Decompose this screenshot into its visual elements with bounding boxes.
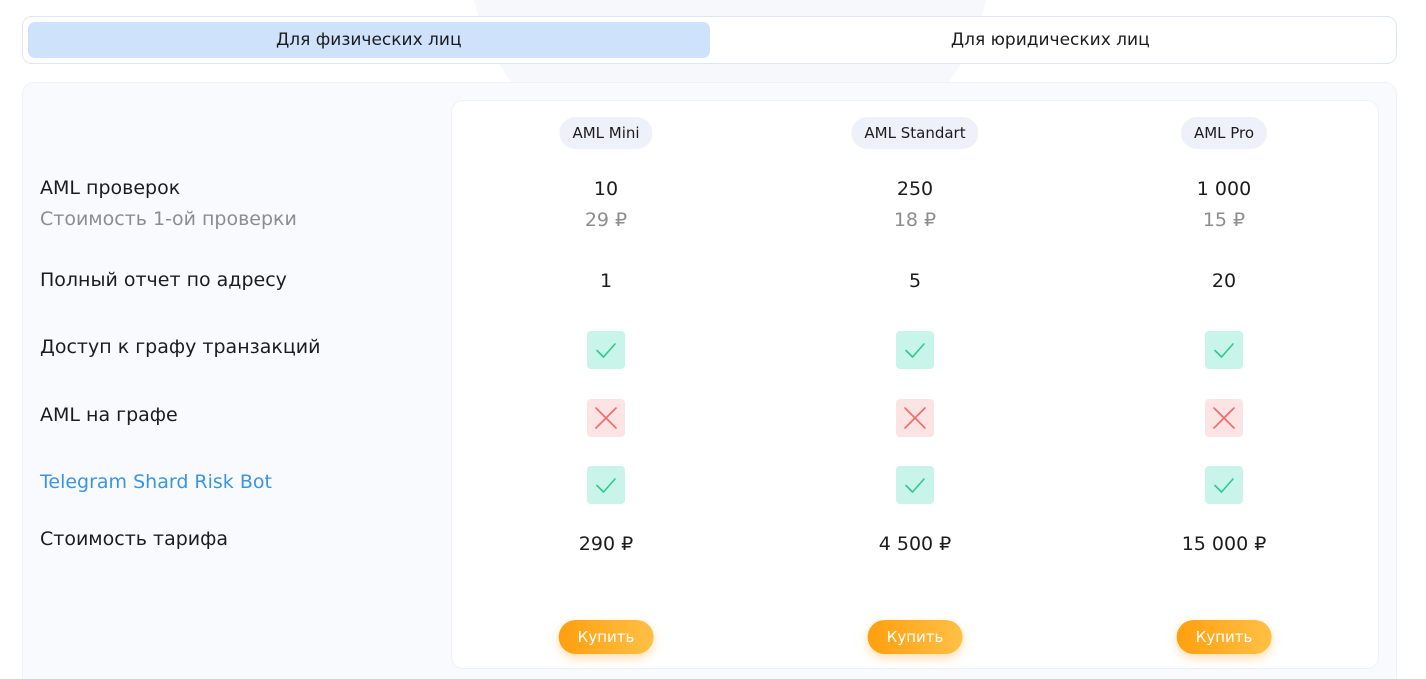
plan-check-cost-value: 15 ₽	[1202, 209, 1246, 231]
feature-label-aml-graph: AML на графе	[40, 404, 178, 426]
plan-name-badge: AML Mini	[559, 117, 653, 149]
plan-full-report-value: 5	[908, 270, 922, 292]
plan-column-mini: AML Mini 10 29 ₽ 1 290 ₽ Купить	[526, 101, 686, 668]
telegram-bot-link[interactable]: Telegram Shard Risk Bot	[40, 471, 272, 493]
check-icon	[1205, 331, 1243, 369]
plan-check-cost-value: 29 ₽	[584, 209, 628, 231]
plan-full-report-value: 20	[1211, 270, 1237, 292]
feature-label-graph-access: Доступ к графу транзакций	[40, 336, 321, 358]
feature-label-full-report: Полный отчет по адресу	[40, 269, 287, 291]
plan-check-cost-value: 18 ₽	[893, 209, 937, 231]
plan-column-standart: AML Standart 250 18 ₽ 5 4 500 ₽ Купить	[835, 101, 995, 668]
plan-price: 15 000 ₽	[1181, 533, 1267, 555]
check-icon	[587, 331, 625, 369]
cross-icon	[587, 399, 625, 437]
feature-label-check-cost: Стоимость 1-ой проверки	[40, 208, 297, 230]
plan-name-badge: AML Standart	[851, 117, 979, 149]
plan-price: 290 ₽	[578, 533, 634, 555]
cross-icon	[896, 399, 934, 437]
plan-aml-checks-value: 1 000	[1196, 178, 1252, 200]
plan-aml-checks-value: 10	[593, 178, 619, 200]
buy-button[interactable]: Купить	[1176, 620, 1272, 654]
plan-column-pro: AML Pro 1 000 15 ₽ 20 15 000 ₽ Купить	[1144, 101, 1304, 668]
plan-name-badge: AML Pro	[1180, 117, 1268, 149]
check-icon	[896, 466, 934, 504]
check-icon	[1205, 466, 1243, 504]
customer-type-tabs: Для физических лиц Для юридических лиц	[22, 16, 1397, 64]
tab-individuals[interactable]: Для физических лиц	[28, 22, 710, 58]
buy-button[interactable]: Купить	[558, 620, 654, 654]
cross-icon	[1205, 399, 1243, 437]
plan-price: 4 500 ₽	[878, 533, 952, 555]
check-icon	[587, 466, 625, 504]
feature-label-plan-cost: Стоимость тарифа	[40, 528, 229, 550]
buy-button[interactable]: Купить	[867, 620, 963, 654]
check-icon	[896, 331, 934, 369]
plan-aml-checks-value: 250	[896, 178, 934, 200]
feature-label-aml-checks: AML проверок	[40, 177, 181, 199]
plan-full-report-value: 1	[599, 270, 613, 292]
tab-legal-entities[interactable]: Для юридических лиц	[710, 22, 1392, 58]
plans-table: AML Mini 10 29 ₽ 1 290 ₽ Купить AML Stan…	[451, 100, 1379, 669]
